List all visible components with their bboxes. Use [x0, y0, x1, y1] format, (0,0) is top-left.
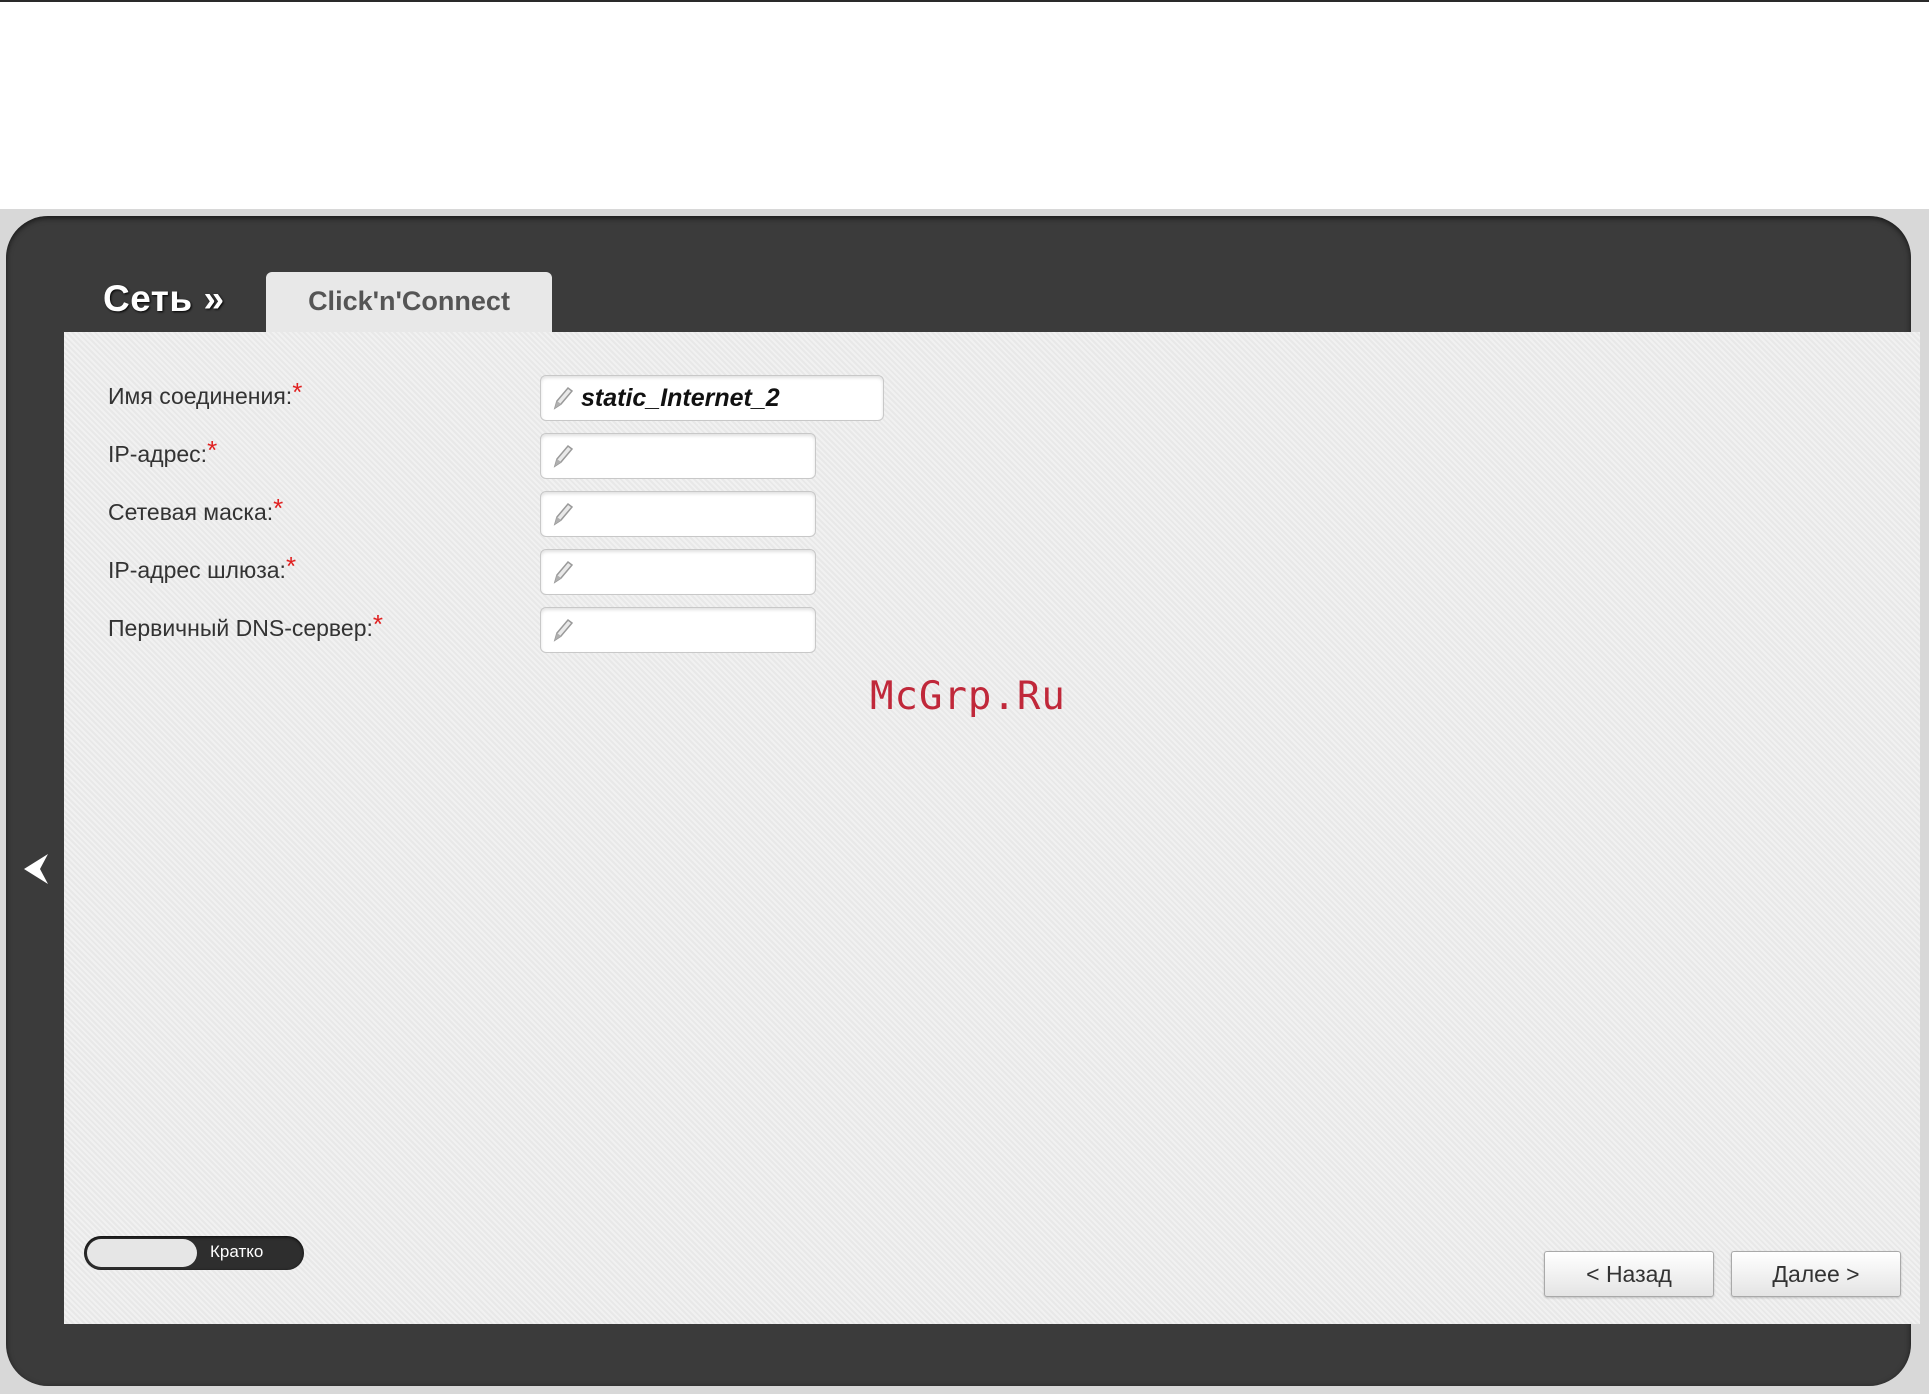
field-label: Сетевая маска:*	[108, 493, 283, 530]
brief-view-toggle[interactable]: Кратко	[84, 1236, 304, 1270]
pencil-icon	[553, 444, 574, 468]
label-text: IP-адрес шлюза:	[108, 557, 286, 583]
required-mark: *	[372, 609, 383, 639]
field-label: Имя соединения:*	[108, 377, 302, 414]
pencil-icon	[553, 502, 574, 526]
field-label: Первичный DNS-сервер:*	[108, 609, 383, 646]
tab-click-n-connect[interactable]: Click'n'Connect	[266, 272, 552, 334]
toggle-knob[interactable]	[87, 1239, 197, 1267]
toggle-label: Кратко	[210, 1242, 264, 1261]
pencil-icon	[553, 386, 574, 410]
connection-name-value: static_Internet_2	[581, 384, 780, 412]
label-text: Первичный DNS-сервер:	[108, 615, 373, 641]
label-text: Сетевая маска:	[108, 499, 274, 525]
required-mark: *	[207, 435, 218, 465]
pencil-icon	[553, 560, 574, 584]
field-label: IP-адрес шлюза:*	[108, 551, 296, 588]
watermark: McGrp.Ru	[870, 674, 1066, 719]
required-mark: *	[285, 551, 297, 581]
next-button[interactable]: Далее >	[1731, 1251, 1901, 1297]
netmask-input[interactable]	[540, 491, 816, 537]
pencil-icon	[553, 618, 574, 642]
label-text: Имя соединения:	[108, 383, 293, 409]
connection-name-input[interactable]: static_Internet_2	[540, 375, 884, 421]
gateway-input[interactable]	[540, 549, 816, 595]
top-rule	[0, 0, 1929, 2]
chevron-left-icon[interactable]	[18, 850, 52, 888]
primary-dns-input[interactable]	[540, 607, 816, 653]
required-mark: *	[292, 377, 303, 407]
back-button[interactable]: < Назад	[1544, 1251, 1714, 1297]
field-label: IP-адрес:*	[108, 435, 217, 472]
ip-address-input[interactable]	[540, 433, 816, 479]
section-title: Сеть »	[103, 278, 225, 319]
content-area: Имя соединения:* static_Internet_2 IP-ад…	[64, 332, 1920, 1324]
required-mark: *	[273, 493, 284, 523]
label-text: IP-адрес:	[108, 441, 208, 467]
